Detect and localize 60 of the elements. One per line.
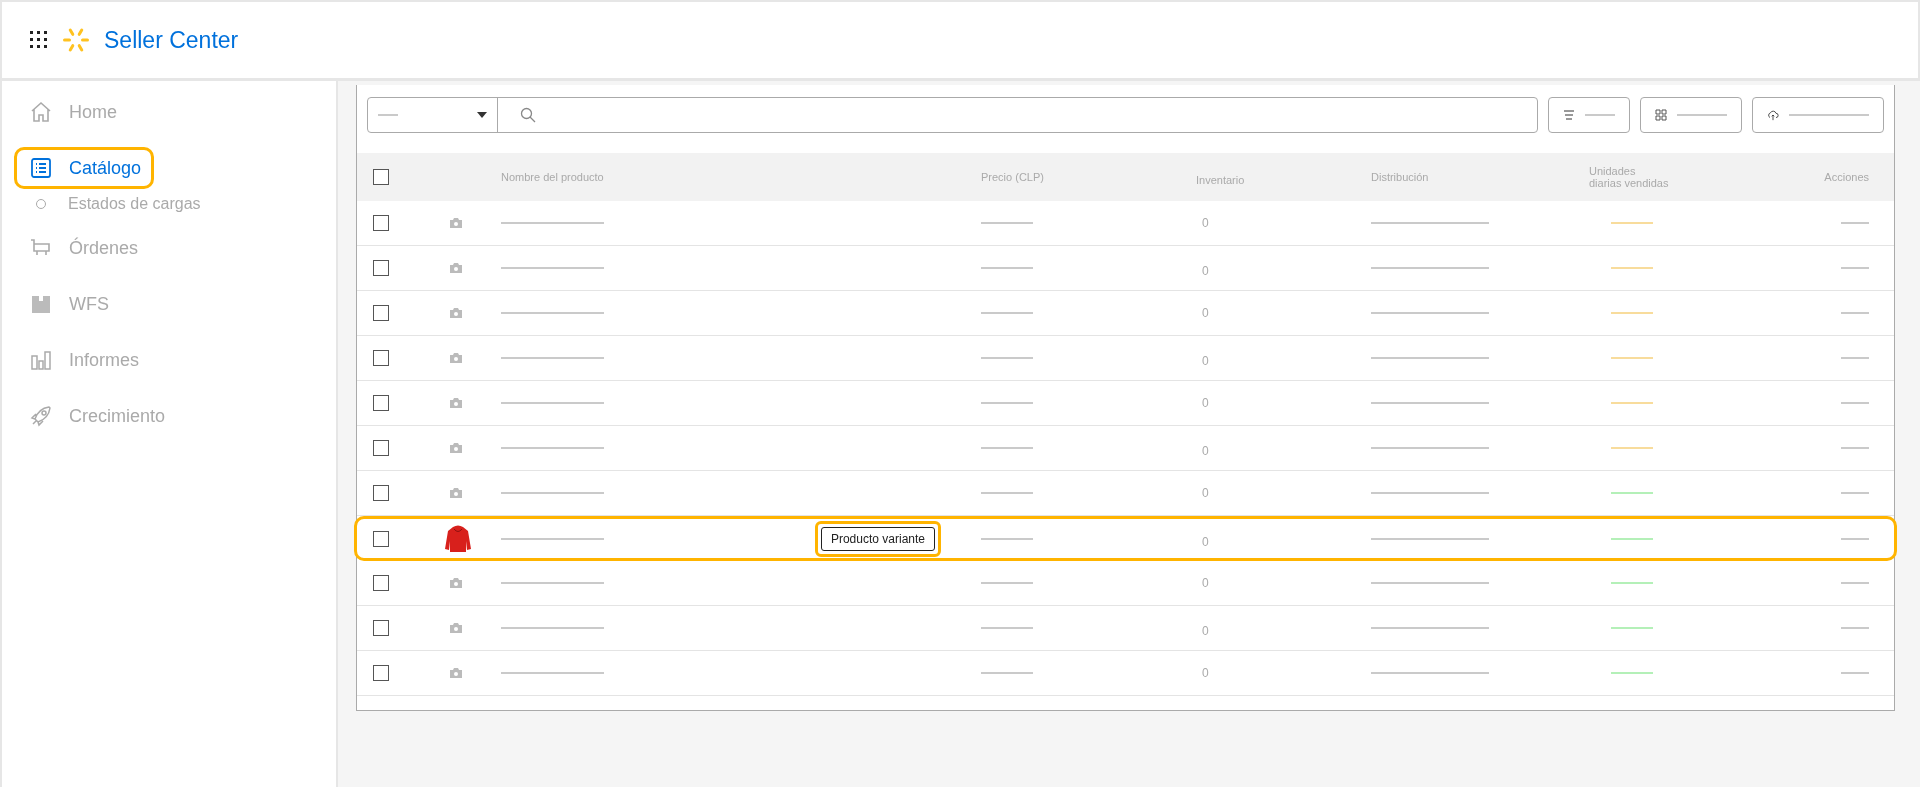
inventory-cell-text: 0 bbox=[1202, 444, 1210, 458]
column-header: Unidades diarias vendidas bbox=[1589, 165, 1669, 189]
sidebar-subitem[interactable]: Estados de cargas bbox=[68, 195, 201, 213]
home-icon bbox=[29, 100, 53, 124]
image-placeholder-icon bbox=[449, 577, 463, 589]
inventory-cell-text: 0 bbox=[1202, 396, 1210, 410]
rocket-icon bbox=[29, 404, 53, 428]
image-placeholder-icon bbox=[449, 307, 463, 319]
image-placeholder-icon bbox=[449, 262, 463, 274]
image-placeholder-icon bbox=[449, 217, 463, 229]
app-grid-icon[interactable] bbox=[30, 31, 48, 49]
sidebar-item[interactable]: Órdenes bbox=[14, 227, 154, 269]
row-checkbox[interactable] bbox=[373, 215, 389, 231]
row-checkbox[interactable] bbox=[373, 575, 389, 591]
sidebar-item[interactable]: WFS bbox=[14, 283, 154, 325]
column-header: Distribución bbox=[1371, 171, 1430, 183]
inventory-cell-text: 0 bbox=[1202, 354, 1210, 368]
variant-tag: Producto variante bbox=[820, 526, 935, 551]
spark-logo-icon bbox=[62, 26, 90, 54]
image-placeholder-icon bbox=[449, 442, 463, 454]
inventory-cell-text: 0 bbox=[1202, 534, 1210, 549]
lines-icon bbox=[1563, 109, 1575, 121]
row-checkbox[interactable] bbox=[373, 440, 389, 456]
cloud-upload-icon bbox=[1767, 109, 1779, 121]
inventory-cell-text: 0 bbox=[1202, 576, 1210, 590]
row-checkbox[interactable] bbox=[373, 395, 389, 411]
image-placeholder-icon bbox=[449, 352, 463, 364]
image-placeholder-icon bbox=[449, 622, 463, 634]
inventory-cell-text: 0 bbox=[1202, 264, 1210, 278]
inventory-cell-text: 0 bbox=[1202, 306, 1210, 320]
column-header: Inventario bbox=[1196, 174, 1246, 186]
column-header: Nombre del producto bbox=[501, 171, 605, 183]
sidebar-item[interactable]: Crecimiento bbox=[14, 395, 179, 437]
row-checkbox[interactable] bbox=[373, 305, 389, 321]
image-placeholder-icon bbox=[449, 667, 463, 679]
list-icon bbox=[29, 156, 53, 180]
row-checkbox[interactable] bbox=[373, 260, 389, 276]
row-checkbox[interactable] bbox=[373, 485, 389, 501]
sidebar-item[interactable]: Home bbox=[14, 91, 154, 133]
image-placeholder-icon bbox=[449, 397, 463, 409]
sidebar-item[interactable]: Informes bbox=[14, 339, 154, 381]
select-all-checkbox[interactable] bbox=[373, 169, 389, 185]
grid-icon bbox=[1655, 109, 1667, 121]
row-checkbox[interactable] bbox=[373, 530, 389, 547]
chart-icon bbox=[29, 348, 53, 372]
inventory-cell-text: 0 bbox=[1202, 486, 1210, 500]
column-header: Acciones bbox=[1824, 171, 1870, 183]
brand-title: Seller Center bbox=[104, 26, 239, 54]
caret-icon bbox=[477, 112, 487, 118]
row-checkbox[interactable] bbox=[373, 665, 389, 681]
inventory-cell-text: 0 bbox=[1202, 624, 1210, 638]
hoodie-icon bbox=[443, 523, 473, 554]
image-placeholder-icon bbox=[449, 487, 463, 499]
search-icon bbox=[520, 107, 536, 123]
row-checkbox[interactable] bbox=[373, 620, 389, 636]
inventory-cell-text: 0 bbox=[1202, 216, 1210, 230]
column-header: Precio (CLP) bbox=[981, 171, 1045, 183]
sidebar-item[interactable]: Catálogo bbox=[14, 147, 155, 189]
inventory-cell-text: 0 bbox=[1202, 666, 1210, 680]
row-checkbox[interactable] bbox=[373, 350, 389, 366]
